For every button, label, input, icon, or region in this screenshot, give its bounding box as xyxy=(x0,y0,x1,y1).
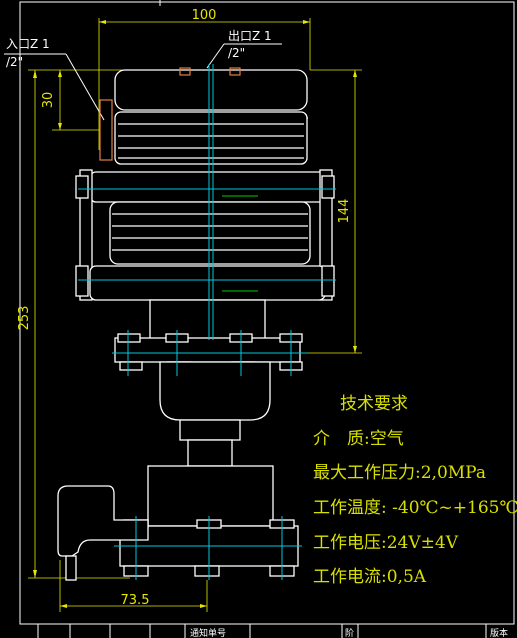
dim-253-label: 253 xyxy=(17,306,32,331)
outlet-label: 出口Z 1 /2" xyxy=(206,29,282,69)
title-cell-stage: 阶 xyxy=(345,627,354,638)
req-voltage: 工作电压:24V±4V xyxy=(313,533,459,553)
req-max-pressure: 最大工作压力:2,0MPa xyxy=(313,463,486,483)
req-current: 工作电流:0,5A xyxy=(313,567,427,587)
dimension-inlet-offset: 30 xyxy=(41,70,100,131)
technical-requirements: 技术要求 介 质:空气 最大工作压力:2,0MPa 工作温度: -40℃~+16… xyxy=(313,394,517,587)
dim-73-5-label: 73.5 xyxy=(121,593,150,608)
outlet-label-line1: 出口Z 1 xyxy=(228,29,272,43)
outlet-label-line2: /2" xyxy=(228,46,245,60)
req-temperature: 工作温度: -40℃~+165℃ xyxy=(313,498,517,518)
inlet-label-line1: 入口Z 1 xyxy=(6,37,50,51)
valve-body xyxy=(57,67,335,581)
req-medium: 介 质:空气 xyxy=(313,429,404,449)
title-cell-version: 版本 xyxy=(490,627,508,638)
dim-144-label: 144 xyxy=(337,199,352,224)
title-block: 通知单号 阶 版本 xyxy=(20,623,514,638)
title-cell-notice: 通知单号 xyxy=(190,627,226,638)
dim-30-label: 30 xyxy=(41,92,56,109)
req-title: 技术要求 xyxy=(340,394,408,414)
valve-drawing: 100 253 30 144 73.5 入口Z 1 /2" 出口Z 1 /2" … xyxy=(4,0,517,638)
inlet-label-line2: /2" xyxy=(6,55,23,69)
dim-100-label: 100 xyxy=(192,8,217,23)
